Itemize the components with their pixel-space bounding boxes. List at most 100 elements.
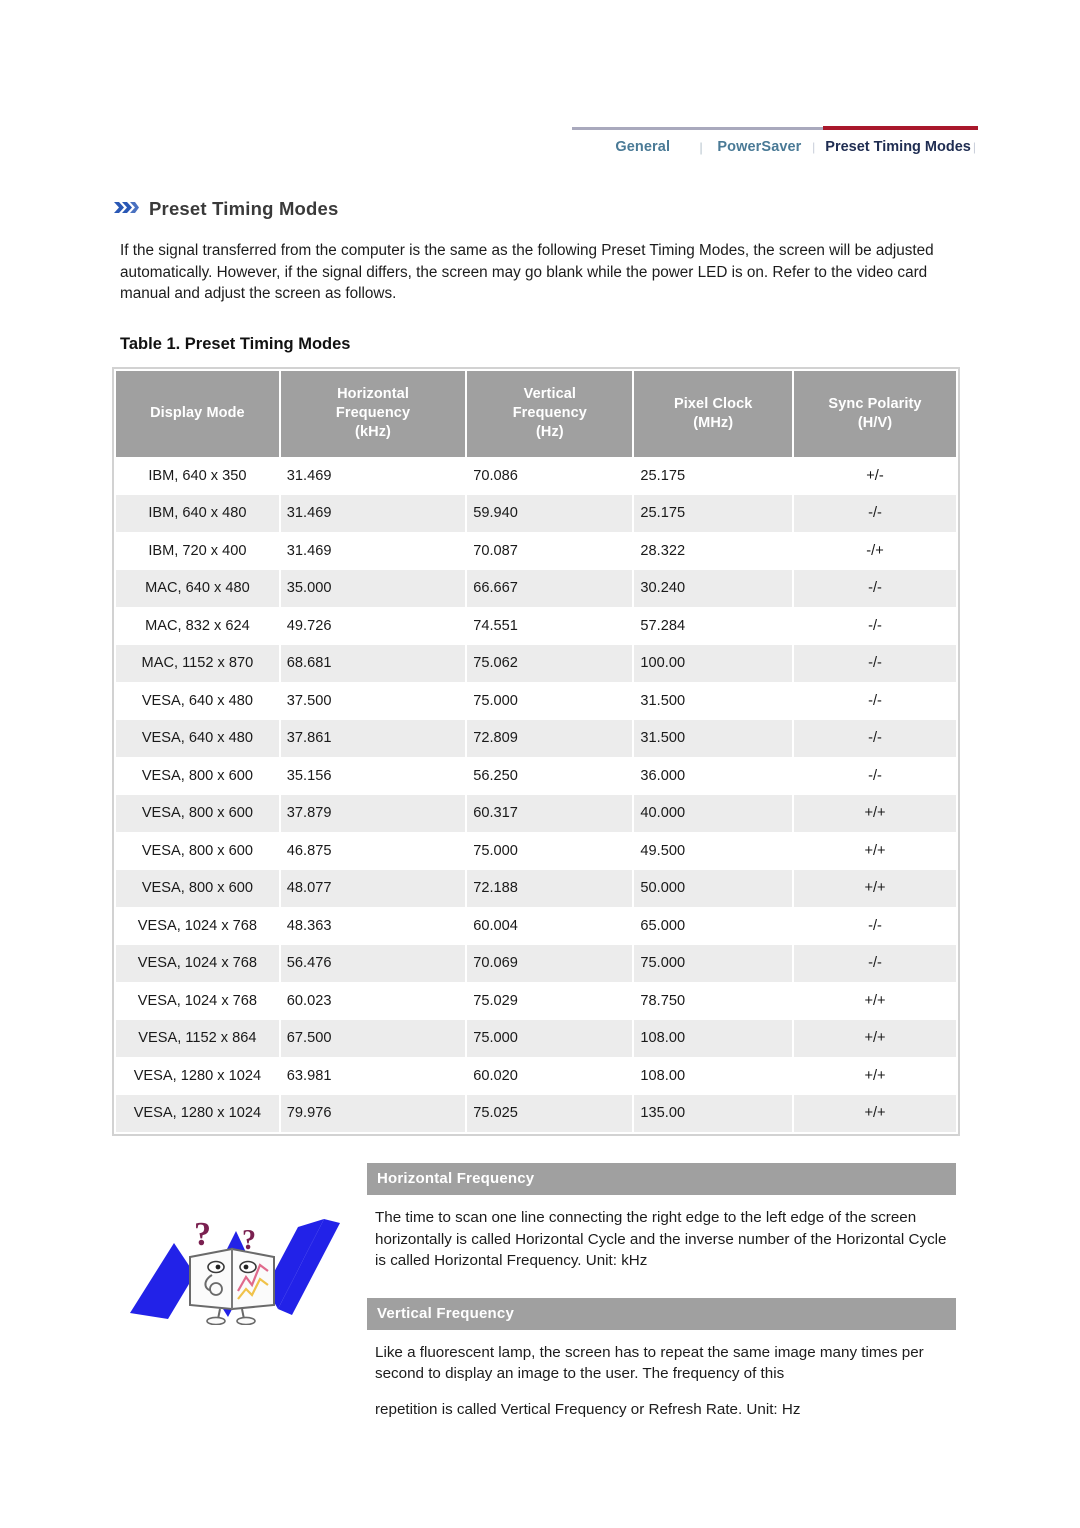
- table-row: VESA, 1024 x 768 56.476 70.069 75.000 -/-: [116, 944, 956, 982]
- table-row: VESA, 1024 x 768 60.023 75.029 78.750 +/+: [116, 982, 956, 1020]
- svg-text:?: ?: [194, 1216, 211, 1253]
- cell-sync-polarity: -/-: [793, 757, 956, 795]
- table-row: VESA, 1280 x 1024 79.976 75.025 135.00 +/+: [116, 1094, 956, 1132]
- cell-sync-polarity: +/+: [793, 832, 956, 870]
- cell-vertical-frequency: 66.667: [466, 569, 635, 607]
- nav-tick-right: |: [972, 140, 976, 154]
- cell-horizontal-frequency: 46.875: [279, 832, 468, 870]
- table-header: Display Mode Horizontal Frequency (kHz) …: [116, 371, 956, 457]
- cell-display-mode: IBM, 640 x 480: [116, 494, 281, 532]
- puzzled-book-character-illustration: ? ?: [128, 1205, 343, 1325]
- header-line: (MHz): [693, 414, 734, 431]
- cell-horizontal-frequency: 35.156: [279, 757, 468, 795]
- cell-pixel-clock: 31.500: [633, 719, 795, 757]
- nav-link-general[interactable]: General: [592, 139, 693, 155]
- cell-vertical-frequency: 72.188: [466, 869, 635, 907]
- cell-sync-polarity: -/-: [793, 907, 956, 945]
- cell-horizontal-frequency: 37.500: [279, 682, 468, 720]
- cell-sync-polarity: -/-: [793, 644, 956, 682]
- table-row: MAC, 640 x 480 35.000 66.667 30.240 -/-: [116, 569, 956, 607]
- table-row: VESA, 640 x 480 37.861 72.809 31.500 -/-: [116, 719, 956, 757]
- nav-tick-left: |: [812, 140, 816, 154]
- table-row: VESA, 1280 x 1024 63.981 60.020 108.00 +/+: [116, 1057, 956, 1095]
- cell-sync-polarity: +/+: [793, 1094, 956, 1132]
- cell-horizontal-frequency: 56.476: [279, 944, 468, 982]
- cell-horizontal-frequency: 31.469: [279, 457, 468, 495]
- intro-paragraph: If the signal transferred from the compu…: [120, 242, 934, 302]
- cell-vertical-frequency: 59.940: [466, 494, 635, 532]
- cell-horizontal-frequency: 31.469: [279, 532, 468, 570]
- cell-vertical-frequency: 60.317: [466, 794, 635, 832]
- cell-horizontal-frequency: 60.023: [279, 982, 468, 1020]
- cell-sync-polarity: -/-: [793, 569, 956, 607]
- table-body: IBM, 640 x 350 31.469 70.086 25.175 +/- IBM, …: [116, 457, 956, 1132]
- cell-pixel-clock: 57.284: [633, 607, 795, 645]
- nav-link-preset-timing-modes[interactable]: Preset Timing Modes: [825, 139, 971, 155]
- cell-pixel-clock: 30.240: [633, 569, 795, 607]
- nav-rule-inactive: [572, 127, 823, 130]
- cell-vertical-frequency: 60.020: [466, 1057, 635, 1095]
- table-caption: Table 1. Preset Timing Modes: [120, 335, 351, 353]
- cell-vertical-frequency: 70.069: [466, 944, 635, 982]
- column-header-pixel-clock: Pixel Clock (MHz): [633, 371, 795, 457]
- cell-sync-polarity: +/+: [793, 794, 956, 832]
- header-line: Sync Polarity: [828, 395, 922, 412]
- cell-vertical-frequency: 75.000: [466, 682, 635, 720]
- cell-vertical-frequency: 72.809: [466, 719, 635, 757]
- table-row: MAC, 1152 x 870 68.681 75.062 100.00 -/-: [116, 644, 956, 682]
- cell-horizontal-frequency: 79.976: [279, 1094, 468, 1132]
- cell-vertical-frequency: 60.004: [466, 907, 635, 945]
- table-row: IBM, 640 x 350 31.469 70.086 25.175 +/-: [116, 457, 956, 495]
- cell-display-mode: VESA, 800 x 600: [116, 832, 281, 870]
- cell-display-mode: VESA, 640 x 480: [116, 682, 281, 720]
- cell-pixel-clock: 28.322: [633, 532, 795, 570]
- cell-display-mode: IBM, 720 x 400: [116, 532, 281, 570]
- cell-pixel-clock: 31.500: [633, 682, 795, 720]
- cell-display-mode: VESA, 1280 x 1024: [116, 1094, 281, 1132]
- cell-display-mode: VESA, 800 x 600: [116, 757, 281, 795]
- table-row: MAC, 832 x 624 49.726 74.551 57.284 -/-: [116, 607, 956, 645]
- cell-sync-polarity: +/-: [793, 457, 956, 495]
- cell-display-mode: VESA, 1024 x 768: [116, 944, 281, 982]
- header-line: (Hz): [535, 424, 564, 440]
- cell-display-mode: VESA, 1024 x 768: [116, 982, 281, 1020]
- cell-display-mode: VESA, 1280 x 1024: [116, 1057, 281, 1095]
- table-row: IBM, 720 x 400 31.469 70.087 28.322 -/+: [116, 532, 956, 570]
- column-header-sync-polarity: Sync Polarity (H/V): [793, 371, 956, 457]
- cell-sync-polarity: -/-: [793, 494, 956, 532]
- cell-pixel-clock: 78.750: [633, 982, 795, 1020]
- vertical-frequency-heading: Vertical Frequency: [367, 1297, 956, 1330]
- cell-horizontal-frequency: 37.879: [279, 794, 468, 832]
- cell-vertical-frequency: 70.087: [466, 532, 635, 570]
- cell-horizontal-frequency: 48.363: [279, 907, 468, 945]
- cell-horizontal-frequency: 67.500: [279, 1019, 468, 1057]
- vertical-frequency-body: Like a fluorescent lamp, the screen has …: [367, 1330, 956, 1421]
- vertical-frequency-text-2: repetition is called Vertical Frequency …: [375, 1400, 801, 1418]
- cell-pixel-clock: 49.500: [633, 832, 795, 870]
- cell-display-mode: VESA, 800 x 600: [116, 794, 281, 832]
- nav-link-powersaver[interactable]: PowerSaver: [709, 139, 810, 155]
- horizontal-frequency-text: The time to scan one line connecting the…: [375, 1209, 947, 1269]
- preset-timing-modes-table-wrapper: Display Mode Horizontal Frequency (kHz) …: [112, 367, 960, 1136]
- column-header-vertical-frequency: Vertical Frequency (Hz): [466, 371, 635, 457]
- table-row: VESA, 800 x 600 37.879 60.317 40.000 +/+: [116, 794, 956, 832]
- preset-timing-modes-table: Display Mode Horizontal Frequency (kHz) …: [116, 371, 956, 1132]
- cell-vertical-frequency: 75.029: [466, 982, 635, 1020]
- cell-sync-polarity: -/-: [793, 719, 956, 757]
- cell-sync-polarity: -/-: [793, 607, 956, 645]
- header-line: Horizontal: [337, 386, 409, 402]
- top-navigation: General | PowerSaver | Preset Timing Mod…: [572, 126, 978, 166]
- header-line: Pixel Clock: [673, 395, 753, 412]
- cell-horizontal-frequency: 68.681: [279, 644, 468, 682]
- page-title-row: Preset Timing Modes: [113, 198, 339, 220]
- column-header-display-mode: Display Mode: [116, 371, 281, 457]
- table-row: VESA, 1024 x 768 48.363 60.004 65.000 -/-: [116, 907, 956, 945]
- cell-display-mode: VESA, 1024 x 768: [116, 907, 281, 945]
- cell-vertical-frequency: 74.551: [466, 607, 635, 645]
- svg-text:?: ?: [242, 1225, 256, 1256]
- cell-sync-polarity: +/+: [793, 869, 956, 907]
- cell-pixel-clock: 135.00: [633, 1094, 795, 1132]
- header-line: (kHz): [355, 424, 391, 440]
- cell-horizontal-frequency: 31.469: [279, 494, 468, 532]
- table-row: VESA, 800 x 600 35.156 56.250 36.000 -/-: [116, 757, 956, 795]
